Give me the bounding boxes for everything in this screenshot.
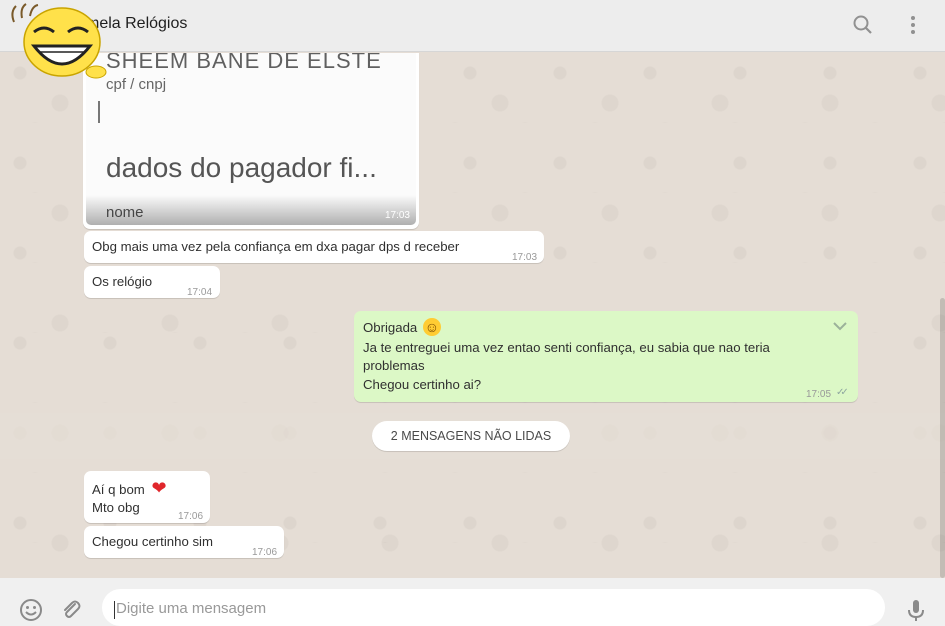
- emoji-icon[interactable]: [18, 597, 44, 623]
- message-input-placeholder: Digite uma mensagem: [116, 600, 267, 617]
- message-time: 17:06: [178, 511, 204, 522]
- message-text: Aí q bom: [92, 482, 145, 497]
- image-text-cursor: [98, 101, 100, 123]
- heart-emoji: ❤: [151, 478, 167, 498]
- message-text: Obrigada: [363, 320, 418, 335]
- scrollbar[interactable]: [940, 298, 945, 578]
- incoming-message[interactable]: Obg mais uma vez pela confiança em dxa p…: [84, 231, 544, 263]
- incoming-message[interactable]: Aí q bom ❤ Mto obg 17:06: [84, 471, 210, 523]
- menu-icon[interactable]: [900, 12, 926, 38]
- image-text-dados: dados do pagador fi...: [106, 152, 377, 183]
- image-preview[interactable]: SHEEM BANE DE ELSTE cpf / cnpj dados do …: [86, 53, 416, 225]
- composer-bar: Digite uma mensagem: [0, 578, 945, 626]
- message-text: Chegou certinho ai?: [363, 377, 482, 392]
- message-text: Obg mais uma vez pela confiança em dxa p…: [92, 239, 460, 254]
- search-icon[interactable]: [850, 12, 876, 38]
- message-time: 17:05: [806, 389, 832, 400]
- message-time: 17:03: [512, 252, 538, 263]
- message-text: Mto obg: [92, 500, 140, 515]
- outgoing-message[interactable]: Obrigada ☺ Ja te entreguei uma vez entao…: [354, 311, 858, 402]
- contact-avatar[interactable]: [4, 2, 108, 82]
- image-gradient: [86, 195, 416, 225]
- image-message[interactable]: SHEEM BANE DE ELSTE cpf / cnpj dados do …: [83, 53, 419, 229]
- attach-icon[interactable]: [58, 597, 84, 623]
- message-text: problemas: [363, 358, 425, 373]
- unread-divider: 2 MENSAGENS NÃO LIDAS: [0, 413, 945, 459]
- message-text: Chegou certinho sim: [92, 534, 213, 549]
- incoming-message[interactable]: Chegou certinho sim 17:06: [84, 526, 284, 558]
- chat-area[interactable]: SHEEM BANE DE ELSTE cpf / cnpj dados do …: [0, 53, 945, 578]
- chevron-down-icon[interactable]: [832, 319, 848, 331]
- message-time: 17:06: [252, 547, 278, 558]
- message-text: Os relógio: [92, 274, 153, 289]
- image-text-top: SHEEM BANE DE ELSTE: [106, 53, 382, 73]
- read-ticks-icon: ✓✓: [836, 387, 849, 398]
- message-text: Ja te entreguei uma vez entao senti conf…: [363, 340, 770, 355]
- message-line: Obrigada ☺: [363, 318, 441, 337]
- image-text-cpf: cpf / cnpj: [106, 76, 167, 93]
- message-line: Aí q bom ❤: [92, 479, 167, 499]
- mic-icon[interactable]: [903, 597, 929, 623]
- chat-header: mela Relógios: [0, 0, 945, 52]
- text-caret: [114, 601, 115, 619]
- smiling-face-emoji: ☺: [422, 318, 441, 336]
- incoming-message[interactable]: Os relógio 17:04: [84, 266, 220, 298]
- message-input[interactable]: Digite uma mensagem: [102, 589, 885, 626]
- unread-badge: 2 MENSAGENS NÃO LIDAS: [372, 421, 570, 451]
- message-time: 17:03: [384, 210, 410, 221]
- message-time: 17:04: [187, 287, 213, 298]
